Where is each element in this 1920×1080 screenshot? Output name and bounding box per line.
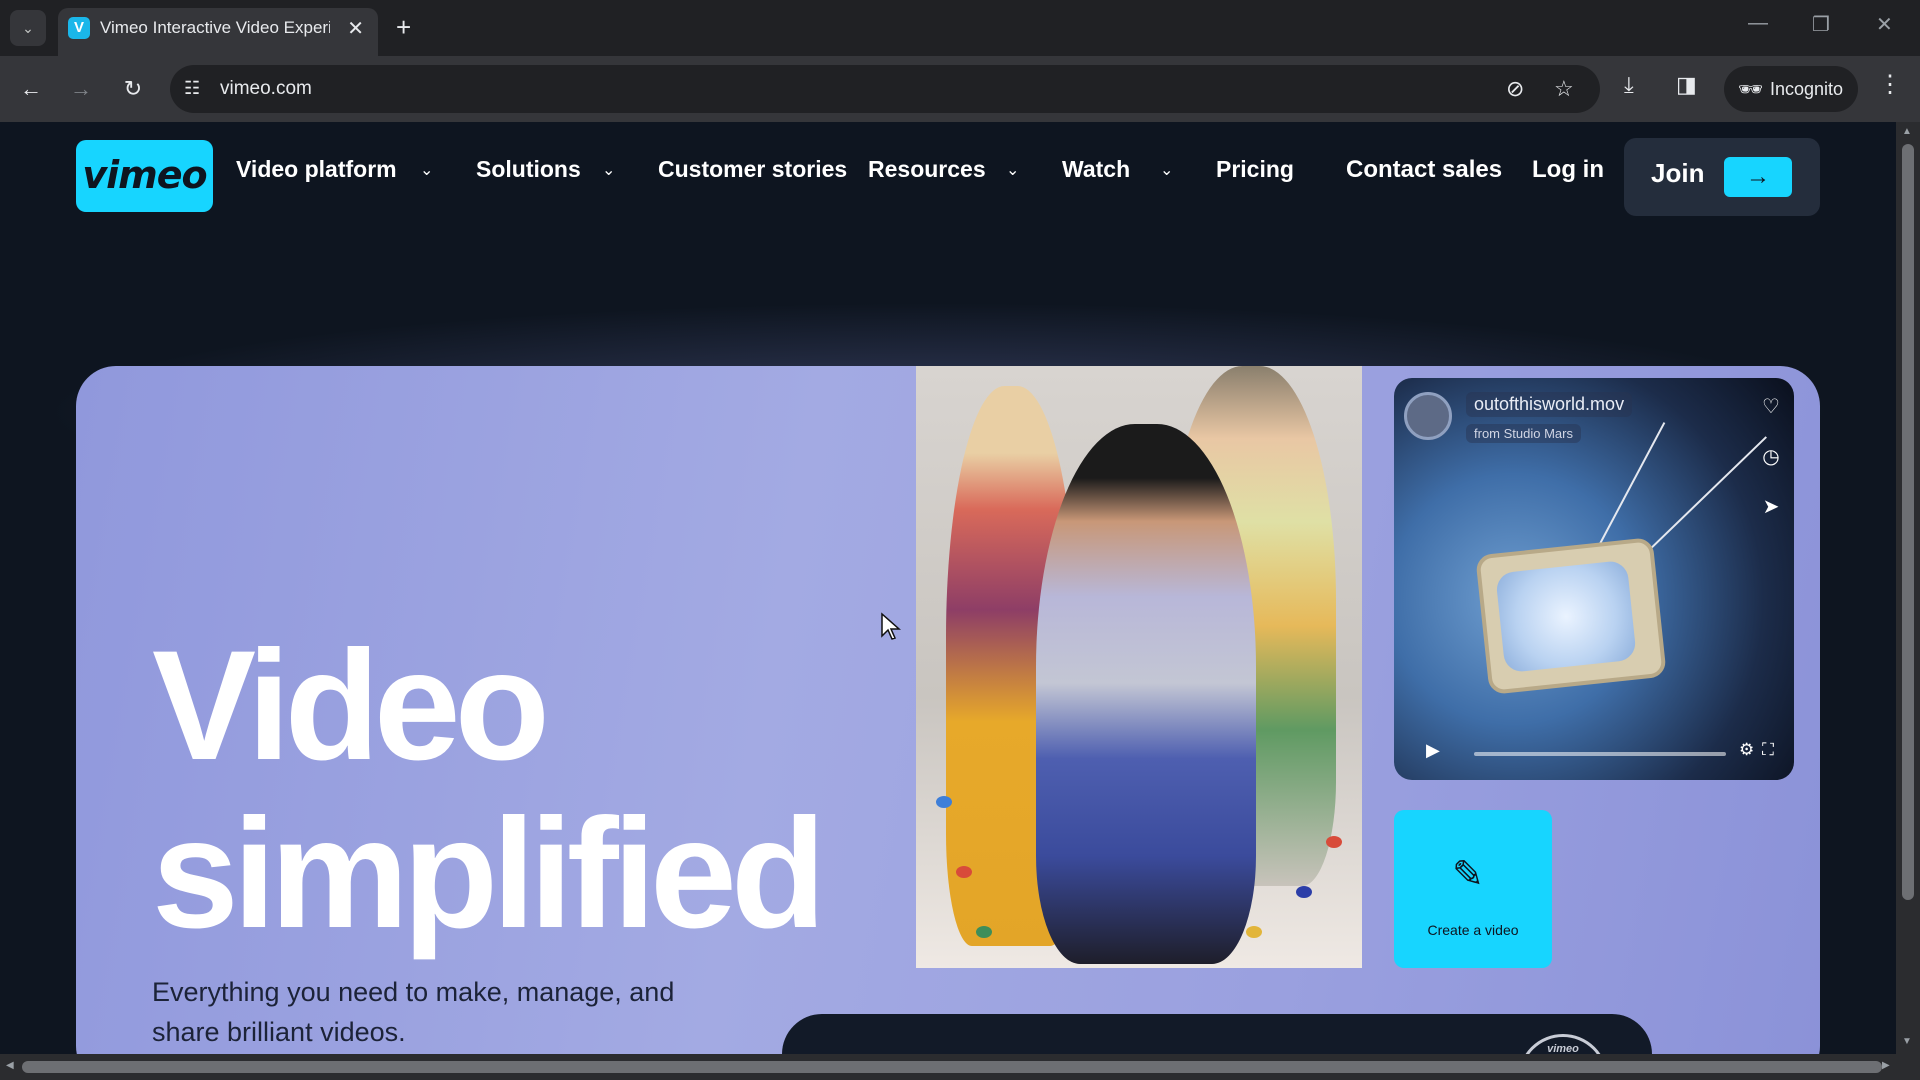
- incognito-badge[interactable]: 🕶 Incognito: [1724, 66, 1858, 112]
- clock-icon[interactable]: ◷: [1756, 442, 1786, 472]
- join-label: Join: [1651, 158, 1705, 188]
- page-viewport: vimeo Video platform ⌄ Solutions ⌄ Custo…: [0, 122, 1896, 1054]
- create-video-card[interactable]: ✎ Create a video: [1394, 810, 1552, 968]
- mouse-cursor-icon: [881, 612, 901, 640]
- browser-tab[interactable]: V Vimeo Interactive Video Experi ✕: [58, 8, 378, 56]
- tv-antenna: [1593, 422, 1666, 556]
- download-icon[interactable]: ⤓: [1624, 72, 1634, 98]
- contact-sales-link[interactable]: Contact sales: [1346, 156, 1502, 184]
- dancer-figure: [1036, 424, 1256, 964]
- log-in-link[interactable]: Log in: [1532, 156, 1604, 184]
- fullscreen-icon[interactable]: ⛶: [1762, 740, 1774, 760]
- nav-item-video-platform[interactable]: Video platform: [236, 156, 397, 183]
- url-text[interactable]: vimeo.com: [220, 78, 312, 100]
- play-icon[interactable]: ▶: [1426, 740, 1440, 761]
- incognito-icon: 🕶: [1738, 79, 1764, 101]
- nav-item-resources[interactable]: Resources: [868, 156, 986, 183]
- hero-subtitle-line1: Everything you need to make, manage, and: [152, 977, 675, 1007]
- chevron-down-icon[interactable]: ⌄: [420, 160, 433, 180]
- scroll-left-icon[interactable]: ◀: [6, 1060, 14, 1071]
- nav-item-customer-stories[interactable]: Customer stories: [658, 156, 847, 183]
- chevron-down-icon[interactable]: ⌄: [602, 160, 615, 180]
- floor-dot: [956, 866, 972, 878]
- vimeo-badge: vimeo: [1518, 1034, 1608, 1054]
- close-icon[interactable]: ✕: [347, 16, 364, 41]
- video-author[interactable]: from Studio Mars: [1466, 424, 1581, 443]
- window-close-icon[interactable]: ✕: [1876, 12, 1893, 37]
- hero-subtitle-line2: share brilliant videos.: [152, 1017, 406, 1047]
- send-icon[interactable]: ➤: [1756, 492, 1786, 522]
- bottom-preview-card: vimeo: [782, 1014, 1652, 1054]
- nav-item-solutions[interactable]: Solutions: [476, 156, 581, 183]
- floor-dot: [1326, 836, 1342, 848]
- vertical-scroll-thumb[interactable]: [1902, 144, 1914, 900]
- vimeo-logo[interactable]: vimeo: [76, 140, 213, 212]
- floor-dot: [1246, 926, 1262, 938]
- forward-icon[interactable]: →: [64, 72, 98, 106]
- gear-icon[interactable]: ⚙: [1739, 740, 1754, 760]
- avatar[interactable]: [1404, 392, 1452, 440]
- browser-tab-bar: ⌄ V Vimeo Interactive Video Experi ✕ + —…: [0, 0, 1920, 56]
- scroll-right-icon[interactable]: ▶: [1882, 1060, 1890, 1071]
- scroll-up-icon[interactable]: ▲: [1902, 126, 1912, 137]
- video-controls: ▶ ⚙ ⛶: [1404, 738, 1784, 768]
- eye-off-icon[interactable]: ⊘: [1506, 76, 1524, 102]
- hero-title-line2: simplified: [152, 787, 826, 961]
- floor-dot: [936, 796, 952, 808]
- hero-title-line1: Video: [152, 619, 550, 793]
- chevron-down-icon[interactable]: ⌄: [1006, 160, 1019, 180]
- back-icon[interactable]: ←: [14, 72, 48, 106]
- tv-illustration: [1475, 537, 1667, 695]
- join-button[interactable]: Join →: [1624, 138, 1820, 216]
- hero-photo: [916, 366, 1362, 968]
- minimize-icon[interactable]: —: [1748, 12, 1768, 35]
- nav-item-watch[interactable]: Watch: [1062, 156, 1130, 183]
- arrow-right-icon: →: [1724, 157, 1792, 197]
- create-video-label: Create a video: [1427, 922, 1519, 938]
- heart-icon[interactable]: ♡: [1756, 392, 1786, 422]
- tv-antenna: [1643, 436, 1767, 556]
- vertical-scrollbar[interactable]: ▲ ▼: [1896, 122, 1920, 1054]
- scroll-down-icon[interactable]: ▼: [1902, 1036, 1912, 1047]
- chevron-down-icon[interactable]: ⌄: [1160, 160, 1173, 180]
- floor-dot: [976, 926, 992, 938]
- video-player-card[interactable]: outofthisworld.mov from Studio Mars ♡ ◷ …: [1394, 378, 1794, 780]
- progress-bar[interactable]: [1474, 752, 1726, 756]
- vimeo-favicon-icon: V: [68, 17, 90, 39]
- star-icon[interactable]: ☆: [1554, 76, 1574, 102]
- horizontal-scrollbar[interactable]: ◀ ▶: [0, 1054, 1920, 1080]
- nav-item-pricing[interactable]: Pricing: [1216, 156, 1294, 183]
- tv-screen: [1495, 559, 1637, 674]
- incognito-label: Incognito: [1770, 79, 1844, 99]
- tab-title: Vimeo Interactive Video Experi: [100, 18, 330, 37]
- hero-section: Video simplified Everything you need to …: [76, 366, 1820, 1054]
- hero-title: Video simplified: [152, 619, 826, 961]
- browser-toolbar: ← → ↻ ☷ vimeo.com ⊘ ☆ ⤓ ◨ 🕶 Incognito ⋮: [0, 56, 1920, 122]
- hero-subtitle: Everything you need to make, manage, and…: [152, 972, 752, 1052]
- tab-list-icon[interactable]: ⌄: [10, 10, 46, 46]
- horizontal-scroll-thumb[interactable]: [22, 1061, 1882, 1073]
- site-header: vimeo Video platform ⌄ Solutions ⌄ Custo…: [0, 122, 1896, 242]
- floor-dot: [1296, 886, 1312, 898]
- badge-label: vimeo: [1547, 1043, 1579, 1054]
- address-bar[interactable]: ☷ vimeo.com ⊘ ☆: [170, 65, 1600, 113]
- video-title[interactable]: outofthisworld.mov: [1466, 392, 1633, 417]
- more-vert-icon[interactable]: ⋮: [1878, 70, 1902, 99]
- restore-icon[interactable]: ❐: [1812, 12, 1830, 37]
- side-panel-icon[interactable]: ◨: [1676, 72, 1697, 98]
- reload-icon[interactable]: ↻: [116, 72, 150, 106]
- site-info-icon[interactable]: ☷: [184, 78, 200, 99]
- plus-icon[interactable]: +: [396, 12, 411, 42]
- magic-wand-icon: ✎: [1452, 854, 1484, 896]
